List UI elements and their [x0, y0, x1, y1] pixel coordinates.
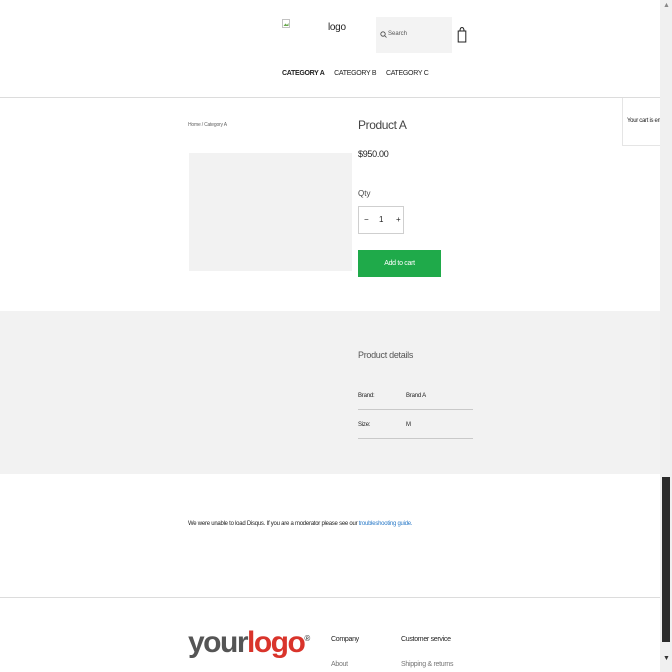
scroll-down-arrow-icon[interactable]: ▼ — [663, 655, 670, 662]
logo[interactable]: logo — [328, 22, 346, 33]
add-to-cart-button[interactable]: Add to cart — [358, 250, 441, 277]
nav-item-category-b[interactable]: CATEGORY B — [334, 70, 376, 77]
footer-logo[interactable]: yourlogo® — [188, 626, 310, 660]
disqus-error-message: We were unable to load Disqus. If you ar… — [188, 521, 413, 527]
product-details-section — [0, 311, 660, 474]
detail-row-size: Size: M — [358, 410, 473, 439]
product-image — [189, 153, 352, 271]
product-title: Product A — [358, 118, 407, 132]
qty-increment-button[interactable]: + — [396, 215, 401, 224]
footer-divider — [0, 597, 660, 598]
troubleshooting-link[interactable]: troubleshooting guide. — [359, 521, 413, 527]
qty-value[interactable]: 1 — [379, 215, 383, 224]
footer-heading-company: Company — [331, 636, 359, 643]
nav-item-category-c[interactable]: CATEGORY C — [386, 70, 429, 77]
scrollbar[interactable]: ▲ ▼ — [660, 0, 672, 672]
product-details-title: Product details — [358, 350, 414, 360]
footer-link-about[interactable]: About — [331, 661, 348, 668]
breadcrumb[interactable]: Home / Category A — [188, 122, 227, 128]
product-price: $950.00 — [358, 149, 389, 159]
qty-label: Qty — [358, 189, 371, 198]
footer-logo-main: your — [188, 626, 249, 659]
detail-label: Brand: — [358, 393, 375, 399]
site-header: logo Search CATEGORY A CATEGORY B CATEGO… — [0, 0, 660, 98]
qty-decrement-button[interactable]: − — [364, 215, 369, 224]
footer-logo-accent: logo — [247, 626, 306, 659]
detail-value: Brand A — [406, 393, 426, 399]
scrollbar-thumb[interactable] — [662, 477, 670, 642]
registered-mark: ® — [304, 634, 310, 643]
nav-item-category-a[interactable]: CATEGORY A — [282, 70, 325, 77]
search-icon — [380, 31, 387, 38]
search-placeholder: Search — [388, 31, 408, 37]
scroll-up-arrow-icon[interactable]: ▲ — [663, 2, 670, 9]
footer-heading-customer-service: Customer service — [401, 636, 451, 643]
footer-link-shipping-returns[interactable]: Shipping & returns — [401, 661, 454, 668]
shopping-bag-icon[interactable] — [457, 26, 467, 43]
disqus-message-text: We were unable to load Disqus. If you ar… — [188, 521, 358, 527]
detail-label: Size: — [358, 422, 371, 428]
main-nav: CATEGORY A CATEGORY B CATEGORY C — [282, 70, 436, 77]
quantity-stepper: − 1 + — [358, 206, 404, 234]
broken-image-icon — [282, 19, 290, 28]
detail-row-brand: Brand: Brand A — [358, 381, 473, 410]
detail-value: M — [406, 422, 411, 428]
